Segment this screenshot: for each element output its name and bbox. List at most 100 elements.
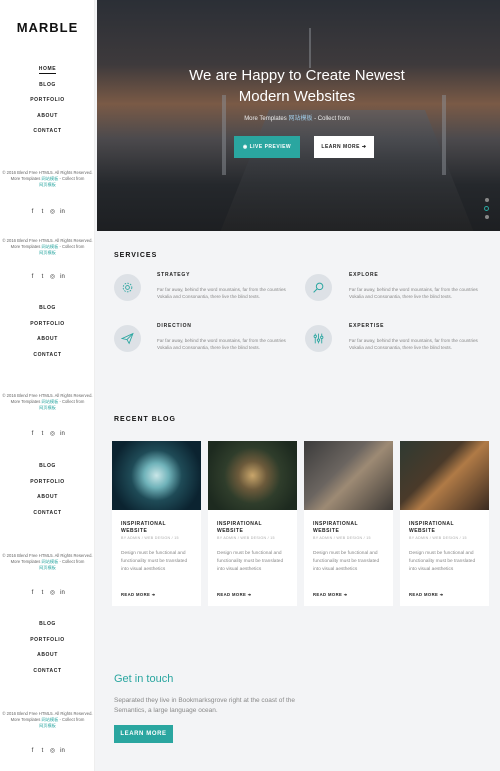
template-link-2[interactable]: 网页模板 (0, 565, 95, 571)
nav-item-about[interactable]: ABOUT (0, 494, 95, 510)
logo[interactable]: MARBLE (0, 20, 95, 35)
hero-slider: We are Happy to Create Newest Modern Web… (97, 0, 500, 231)
nav-block: BLOG PORTFOLIO ABOUT CONTACT (0, 305, 95, 367)
facebook-icon[interactable]: f (30, 431, 36, 437)
blog-image-table[interactable] (304, 441, 393, 510)
contact-learn-more-button[interactable]: LEARN MORE (114, 725, 173, 743)
twitter-icon[interactable]: t (40, 274, 46, 280)
sidebar-footer: © 2016 Blend Free HTML5. All Rights Rese… (0, 238, 95, 256)
page: MARBLE HOME BLOG PORTFOLIO ABOUT CONTACT… (0, 0, 500, 771)
nav-item-about[interactable]: ABOUT (0, 652, 95, 668)
blog-card[interactable]: INSPIRATIONAL WEBSITE BY ADMIN / WEB DESI… (400, 441, 489, 606)
linkedin-icon[interactable]: in (60, 431, 66, 437)
gear-icon (114, 274, 141, 301)
instagram-icon[interactable]: ◎ (50, 748, 56, 754)
blog-meta: BY ADMIN / WEB DESIGN / 15 (313, 536, 371, 540)
blog-image-eggs[interactable] (208, 441, 297, 510)
blog-title[interactable]: INSPIRATIONAL WEBSITE (409, 521, 484, 534)
blog-meta: BY ADMIN / WEB DESIGN / 15 (409, 536, 467, 540)
nav-block: BLOG PORTFOLIO ABOUT CONTACT (0, 621, 95, 683)
sidebar: MARBLE HOME BLOG PORTFOLIO ABOUT CONTACT… (0, 0, 95, 771)
get-in-touch-title: Get in touch (114, 673, 174, 685)
live-preview-button[interactable]: ◉ LIVE PREVIEW (234, 136, 300, 158)
twitter-icon[interactable]: t (40, 431, 46, 437)
facebook-icon[interactable]: f (30, 590, 36, 596)
blog-card[interactable]: INSPIRATIONAL WEBSITE BY ADMIN / WEB DESI… (304, 441, 393, 606)
blog-title[interactable]: INSPIRATIONAL WEBSITE (121, 521, 196, 534)
blog-card[interactable]: INSPIRATIONAL WEBSITE BY ADMIN / WEB DESI… (208, 441, 297, 606)
slider-dot-active[interactable] (484, 206, 489, 211)
nav-item-portfolio[interactable]: PORTFOLIO (0, 637, 95, 653)
sidebar-footer: © 2016 Blend Free HTML5. All Rights Rese… (0, 393, 95, 411)
read-more-link[interactable]: READ MORE ➔ (121, 592, 156, 597)
nav-item-contact[interactable]: CONTACT (0, 128, 95, 144)
template-link-2[interactable]: 网页模板 (0, 250, 95, 256)
nav-item-blog[interactable]: BLOG (0, 305, 95, 321)
template-link[interactable]: 网站模板 (42, 399, 59, 404)
hero-template-link[interactable]: 网站模板 (288, 116, 312, 122)
service-title: DIRECTION (157, 323, 192, 329)
service-text: Far far away, behind the word mountains,… (349, 287, 478, 299)
nav-item-blog[interactable]: BLOG (0, 621, 95, 637)
read-more-link[interactable]: READ MORE ➔ (409, 592, 444, 597)
linkedin-icon[interactable]: in (60, 590, 66, 596)
services-title: SERVICES (114, 252, 158, 259)
service-text: Far far away, behind the word mountains,… (157, 287, 286, 299)
nav-item-contact[interactable]: CONTACT (0, 510, 95, 526)
paper-plane-icon (114, 325, 141, 352)
service-text: Far far away, behind the word mountains,… (349, 338, 478, 350)
nav-block: BLOG PORTFOLIO ABOUT CONTACT (0, 463, 95, 525)
sidebar-footer: © 2016 Blend Free HTML5. All Rights Rese… (0, 170, 95, 188)
nav-item-portfolio[interactable]: PORTFOLIO (0, 321, 95, 337)
template-link[interactable]: 网站模板 (42, 244, 59, 249)
template-link[interactable]: 网站模板 (42, 559, 59, 564)
template-link-2[interactable]: 网页模板 (0, 182, 95, 188)
nav-item-about[interactable]: ABOUT (0, 113, 95, 129)
pier-mast (309, 28, 311, 68)
template-link[interactable]: 网站模板 (42, 176, 59, 181)
blog-meta: BY ADMIN / WEB DESIGN / 15 (121, 536, 179, 540)
twitter-icon[interactable]: t (40, 748, 46, 754)
instagram-icon[interactable]: ◎ (50, 431, 56, 437)
nav-item-about[interactable]: ABOUT (0, 336, 95, 352)
twitter-icon[interactable]: t (40, 209, 46, 215)
hero-pier-image (217, 110, 477, 231)
sliders-icon (305, 325, 332, 352)
linkedin-icon[interactable]: in (60, 274, 66, 280)
read-more-link[interactable]: READ MORE ➔ (313, 592, 348, 597)
twitter-icon[interactable]: t (40, 590, 46, 596)
slider-dot[interactable] (484, 198, 489, 202)
blog-image-cookies[interactable] (400, 441, 489, 510)
nav-item-portfolio[interactable]: PORTFOLIO (0, 479, 95, 495)
nav-item-blog[interactable]: BLOG (0, 463, 95, 479)
slider-dot[interactable] (484, 215, 489, 219)
facebook-icon[interactable]: f (30, 209, 36, 215)
facebook-icon[interactable]: f (30, 748, 36, 754)
nav-item-home[interactable]: HOME (0, 66, 95, 82)
blog-title[interactable]: INSPIRATIONAL WEBSITE (217, 521, 292, 534)
instagram-icon[interactable]: ◎ (50, 274, 56, 280)
blog-description: Design must be functional and functional… (217, 551, 284, 572)
template-link-2[interactable]: 网页模板 (0, 405, 95, 411)
instagram-icon[interactable]: ◎ (50, 590, 56, 596)
blog-description: Design must be functional and functional… (313, 551, 380, 572)
sidebar-footer: © 2016 Blend Free HTML5. All Rights Rese… (0, 711, 95, 729)
blog-title[interactable]: INSPIRATIONAL WEBSITE (313, 521, 388, 534)
blog-description: Design must be functional and functional… (121, 551, 188, 572)
linkedin-icon[interactable]: in (60, 748, 66, 754)
read-more-link[interactable]: READ MORE ➔ (217, 592, 252, 597)
service-text: Far far away, behind the word mountains,… (157, 338, 286, 350)
blog-image-jellyfish[interactable] (112, 441, 201, 510)
instagram-icon[interactable]: ◎ (50, 209, 56, 215)
facebook-icon[interactable]: f (30, 274, 36, 280)
blog-card[interactable]: INSPIRATIONAL WEBSITE BY ADMIN / WEB DESI… (112, 441, 201, 606)
template-link-2[interactable]: 网页模板 (0, 723, 95, 729)
learn-more-button[interactable]: LEARN MORE ➔ (314, 136, 374, 158)
nav-item-contact[interactable]: CONTACT (0, 352, 95, 368)
nav-item-blog[interactable]: BLOG (0, 82, 95, 98)
linkedin-icon[interactable]: in (60, 209, 66, 215)
nav-item-contact[interactable]: CONTACT (0, 668, 95, 684)
template-link[interactable]: 网站模板 (42, 717, 59, 722)
nav-item-portfolio[interactable]: PORTFOLIO (0, 97, 95, 113)
hero-title: We are Happy to Create Newest Modern Web… (189, 67, 405, 105)
